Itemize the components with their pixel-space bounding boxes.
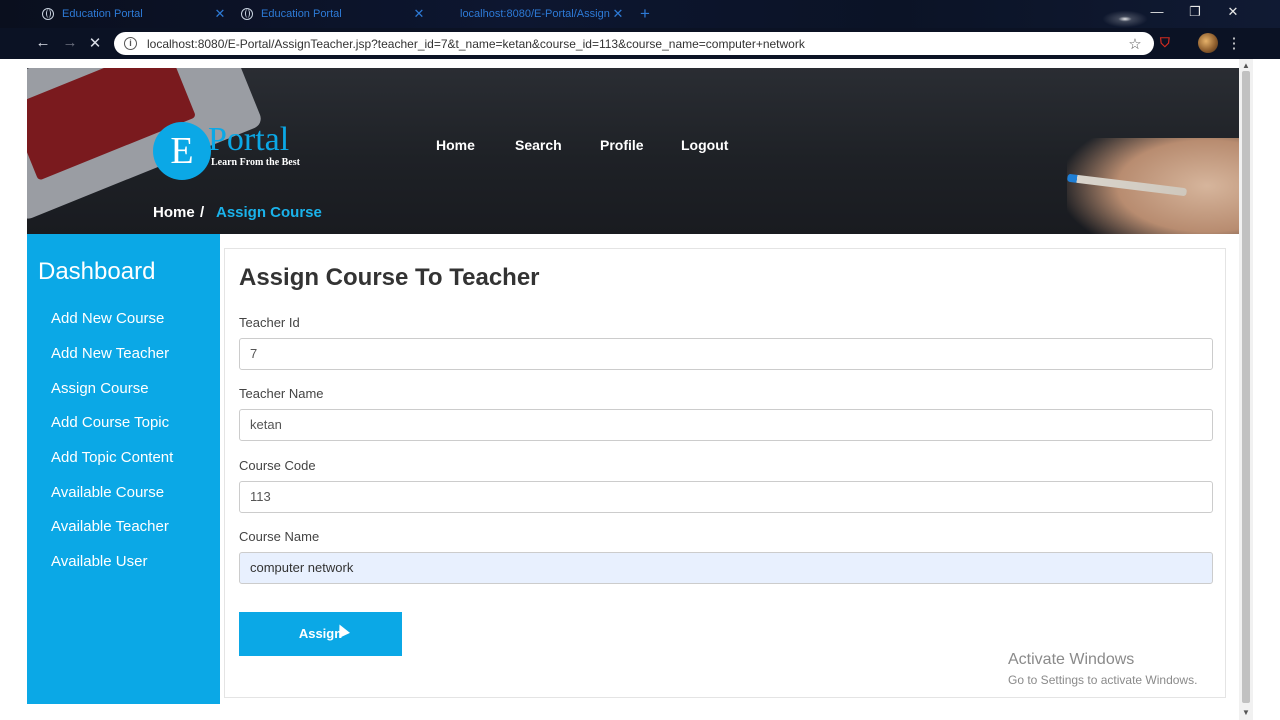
breadcrumb-separator: / — [200, 204, 205, 221]
sidebar-item-available-course[interactable]: Available Course — [51, 484, 164, 501]
sidebar-title: Dashboard — [38, 258, 156, 285]
sidebar-item-add-topic-content[interactable]: Add Topic Content — [51, 449, 173, 466]
dashboard-sidebar: Dashboard Add New Course Add New Teacher… — [27, 234, 220, 704]
sidebar-item-add-new-course[interactable]: Add New Course — [51, 310, 164, 327]
browser-toolbar: ← → ✕ i localhost:8080/E-Portal/AssignTe… — [0, 28, 1280, 59]
teacher-name-label: Teacher Name — [239, 386, 324, 401]
nav-search[interactable]: Search — [515, 137, 562, 153]
tab-assign-teacher[interactable]: localhost:8080/E-Portal/AssignTe ✕ — [430, 3, 626, 25]
page-header: E Portal Learn From the Best Home Search… — [27, 68, 1239, 234]
star-icon[interactable]: ☆ — [1124, 35, 1146, 53]
forward-icon[interactable]: → — [59, 34, 81, 51]
tab-title: Education Portal — [62, 8, 143, 20]
minimize-icon[interactable]: — — [1138, 4, 1176, 19]
tab-title: Education Portal — [261, 8, 342, 20]
scroll-down-icon[interactable]: ▼ — [1239, 708, 1253, 717]
assign-course-form: Assign Course To Teacher Teacher Id 7 Te… — [224, 248, 1226, 698]
scroll-up-icon[interactable]: ▲ — [1239, 61, 1253, 70]
address-bar[interactable]: i localhost:8080/E-Portal/AssignTeacher.… — [114, 32, 1154, 55]
sidebar-item-add-new-teacher[interactable]: Add New Teacher — [51, 345, 169, 362]
globe-icon — [42, 8, 54, 20]
scrollbar-thumb[interactable] — [1242, 71, 1250, 703]
course-code-label: Course Code — [239, 458, 316, 473]
nav-profile[interactable]: Profile — [600, 137, 644, 153]
tab-education-portal-1[interactable]: Education Portal ✕ — [32, 3, 228, 25]
close-icon[interactable]: ✕ — [610, 6, 626, 22]
pdf-icon[interactable]: ⛉ — [1160, 35, 1176, 52]
window-margin — [0, 59, 27, 720]
breadcrumb-home[interactable]: Home — [153, 204, 195, 221]
page-viewport: E Portal Learn From the Best Home Search… — [27, 59, 1239, 720]
sidebar-item-add-course-topic[interactable]: Add Course Topic — [51, 414, 169, 431]
stop-icon[interactable]: ✕ — [84, 34, 106, 52]
logo-tagline: Learn From the Best — [211, 157, 300, 168]
close-window-icon[interactable]: ✕ — [1214, 4, 1252, 20]
tab-education-portal-2[interactable]: Education Portal ✕ — [231, 3, 427, 25]
page-title: Assign Course To Teacher — [239, 264, 540, 291]
plus-icon[interactable]: + — [640, 4, 650, 24]
maximize-icon[interactable]: ❐ — [1176, 4, 1214, 20]
logo-wordmark[interactable]: Portal — [208, 122, 289, 158]
info-icon[interactable]: i — [124, 37, 137, 50]
url-text[interactable]: localhost:8080/E-Portal/AssignTeacher.js… — [147, 37, 1124, 51]
tab-title: localhost:8080/E-Portal/AssignTe — [460, 8, 610, 20]
sidebar-item-available-teacher[interactable]: Available Teacher — [51, 518, 169, 535]
course-code-field[interactable]: 113 — [239, 481, 1213, 513]
watermark-line2: Go to Settings to activate Windows. — [1008, 673, 1198, 687]
close-icon[interactable]: ✕ — [212, 6, 228, 22]
close-icon[interactable]: ✕ — [411, 6, 427, 22]
logo-mark[interactable]: E — [153, 122, 211, 180]
more-icon[interactable]: ⋮ — [1226, 34, 1242, 52]
avatar[interactable] — [1198, 33, 1218, 53]
breadcrumb-current: Assign Course — [216, 204, 322, 221]
sidebar-item-assign-course[interactable]: Assign Course — [51, 380, 149, 397]
teacher-id-field[interactable]: 7 — [239, 338, 1213, 370]
page-scrollbar[interactable]: ▲ ▼ — [1239, 59, 1253, 720]
sidebar-item-available-user[interactable]: Available User — [51, 553, 147, 570]
course-name-field[interactable]: computer network — [239, 552, 1213, 584]
assign-button[interactable]: Assign — [239, 612, 402, 656]
nav-home[interactable]: Home — [436, 137, 475, 153]
browser-tab-strip: Education Portal ✕ Education Portal ✕ lo… — [0, 0, 1280, 34]
course-name-label: Course Name — [239, 529, 320, 544]
teacher-name-field[interactable]: ketan — [239, 409, 1213, 441]
teacher-id-label: Teacher Id — [239, 315, 300, 330]
activate-windows-watermark: Activate Windows Go to Settings to activ… — [1008, 651, 1197, 687]
watermark-line1: Activate Windows — [1008, 651, 1135, 668]
back-icon[interactable]: ← — [32, 34, 54, 51]
globe-icon — [241, 8, 253, 20]
nav-logout[interactable]: Logout — [681, 137, 728, 153]
